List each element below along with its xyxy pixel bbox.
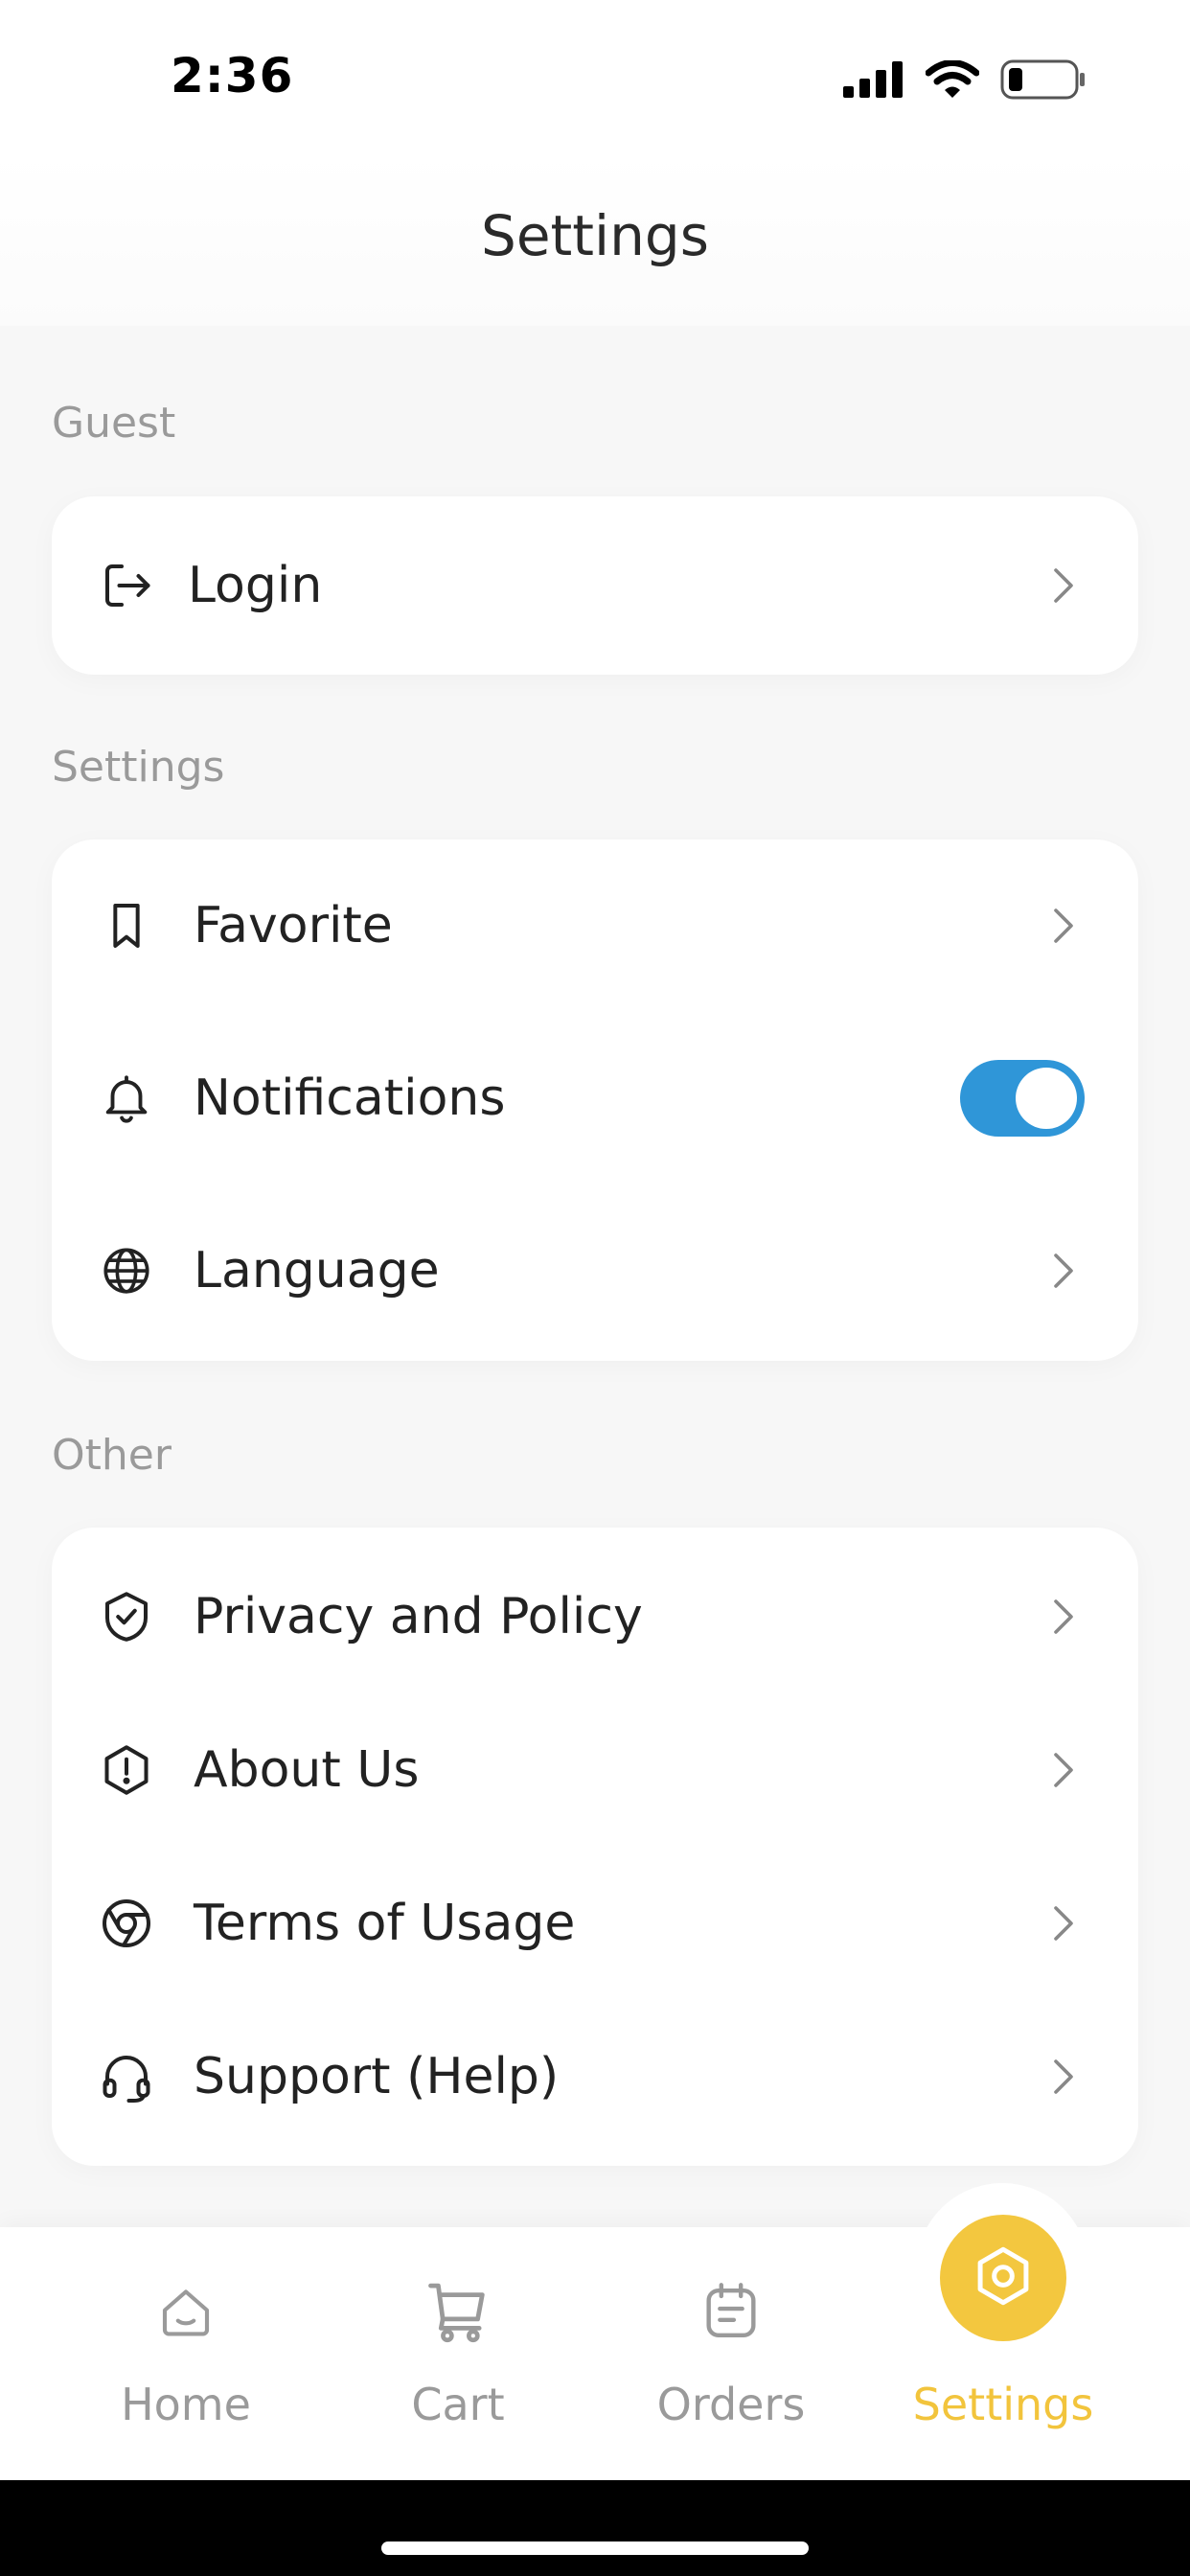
row-label: Login	[188, 557, 323, 614]
row-label: About Us	[194, 1741, 420, 1799]
home-indicator-area	[0, 2480, 1190, 2576]
home-icon	[148, 2273, 224, 2350]
row-label: Support (Help)	[194, 2048, 560, 2105]
settings-row-terms-of-usage[interactable]: Terms of Usage	[52, 1834, 1138, 2012]
page-title: Settings	[481, 203, 709, 268]
tab-label: Orders	[656, 2379, 806, 2430]
tab-orders[interactable]: Orders	[616, 2227, 846, 2480]
settings-card: Favorite Notifications Language	[52, 840, 1138, 1361]
row-label: Language	[194, 1242, 440, 1300]
login-icon	[98, 557, 155, 614]
info-hexagon-icon	[98, 1741, 155, 1799]
home-indicator[interactable]	[381, 2542, 809, 2555]
settings-row-language[interactable]: Language	[52, 1184, 1138, 1357]
cart-icon	[420, 2273, 496, 2350]
chevron-right-icon	[1048, 1250, 1079, 1292]
row-label: Notifications	[194, 1070, 506, 1127]
chevron-right-icon	[1048, 1749, 1079, 1791]
active-tab-indicator[interactable]	[940, 2215, 1066, 2341]
orders-icon	[693, 2273, 769, 2350]
tab-label: Home	[121, 2379, 251, 2430]
shield-check-icon	[98, 1588, 155, 1645]
status-bar: 2:36	[0, 0, 1190, 153]
chevron-right-icon	[1048, 564, 1079, 607]
tab-cart[interactable]: Cart	[343, 2227, 573, 2480]
settings-row-privacy-policy[interactable]: Privacy and Policy	[52, 1528, 1138, 1706]
tab-label: Settings	[912, 2379, 1094, 2430]
chevron-right-icon	[1048, 2056, 1079, 2098]
globe-icon	[98, 1242, 155, 1300]
chevron-right-icon	[1048, 1596, 1079, 1638]
chevron-right-icon	[1048, 1902, 1079, 1944]
row-label: Privacy and Policy	[194, 1588, 643, 1645]
notifications-toggle[interactable]	[960, 1060, 1085, 1137]
settings-row-login[interactable]: Login	[52, 496, 1138, 675]
settings-row-favorite[interactable]: Favorite	[52, 840, 1138, 1012]
battery-icon	[1000, 59, 1085, 100]
status-time: 2:36	[171, 48, 294, 104]
chrome-icon	[98, 1895, 155, 1952]
status-icons	[843, 56, 1087, 104]
settings-screen: 2:36 Settings Guest Login Settings Favor…	[0, 0, 1190, 2576]
cellular-signal-icon	[843, 61, 903, 98]
row-label: Terms of Usage	[194, 1895, 576, 1952]
chevron-right-icon	[1048, 905, 1079, 947]
guest-card: Login	[52, 496, 1138, 675]
settings-row-about-us[interactable]: About Us	[52, 1681, 1138, 1859]
settings-hex-icon	[970, 2242, 1037, 2313]
header: Settings	[0, 153, 1190, 326]
settings-row-notifications: Notifications	[52, 1012, 1138, 1184]
toggle-knob	[1016, 1068, 1077, 1129]
headset-icon	[98, 2048, 155, 2105]
section-label-settings: Settings	[52, 743, 225, 792]
wifi-icon	[926, 60, 979, 98]
row-label: Favorite	[194, 897, 393, 954]
bell-icon	[98, 1070, 155, 1127]
other-card: Privacy and Policy About Us Terms of Usa…	[52, 1528, 1138, 2166]
bookmark-icon	[98, 897, 155, 954]
settings-row-support[interactable]: Support (Help)	[52, 1988, 1138, 2166]
section-label-other: Other	[52, 1431, 172, 1480]
section-label-guest: Guest	[52, 399, 176, 448]
tab-label: Cart	[411, 2379, 505, 2430]
tab-home[interactable]: Home	[71, 2227, 301, 2480]
